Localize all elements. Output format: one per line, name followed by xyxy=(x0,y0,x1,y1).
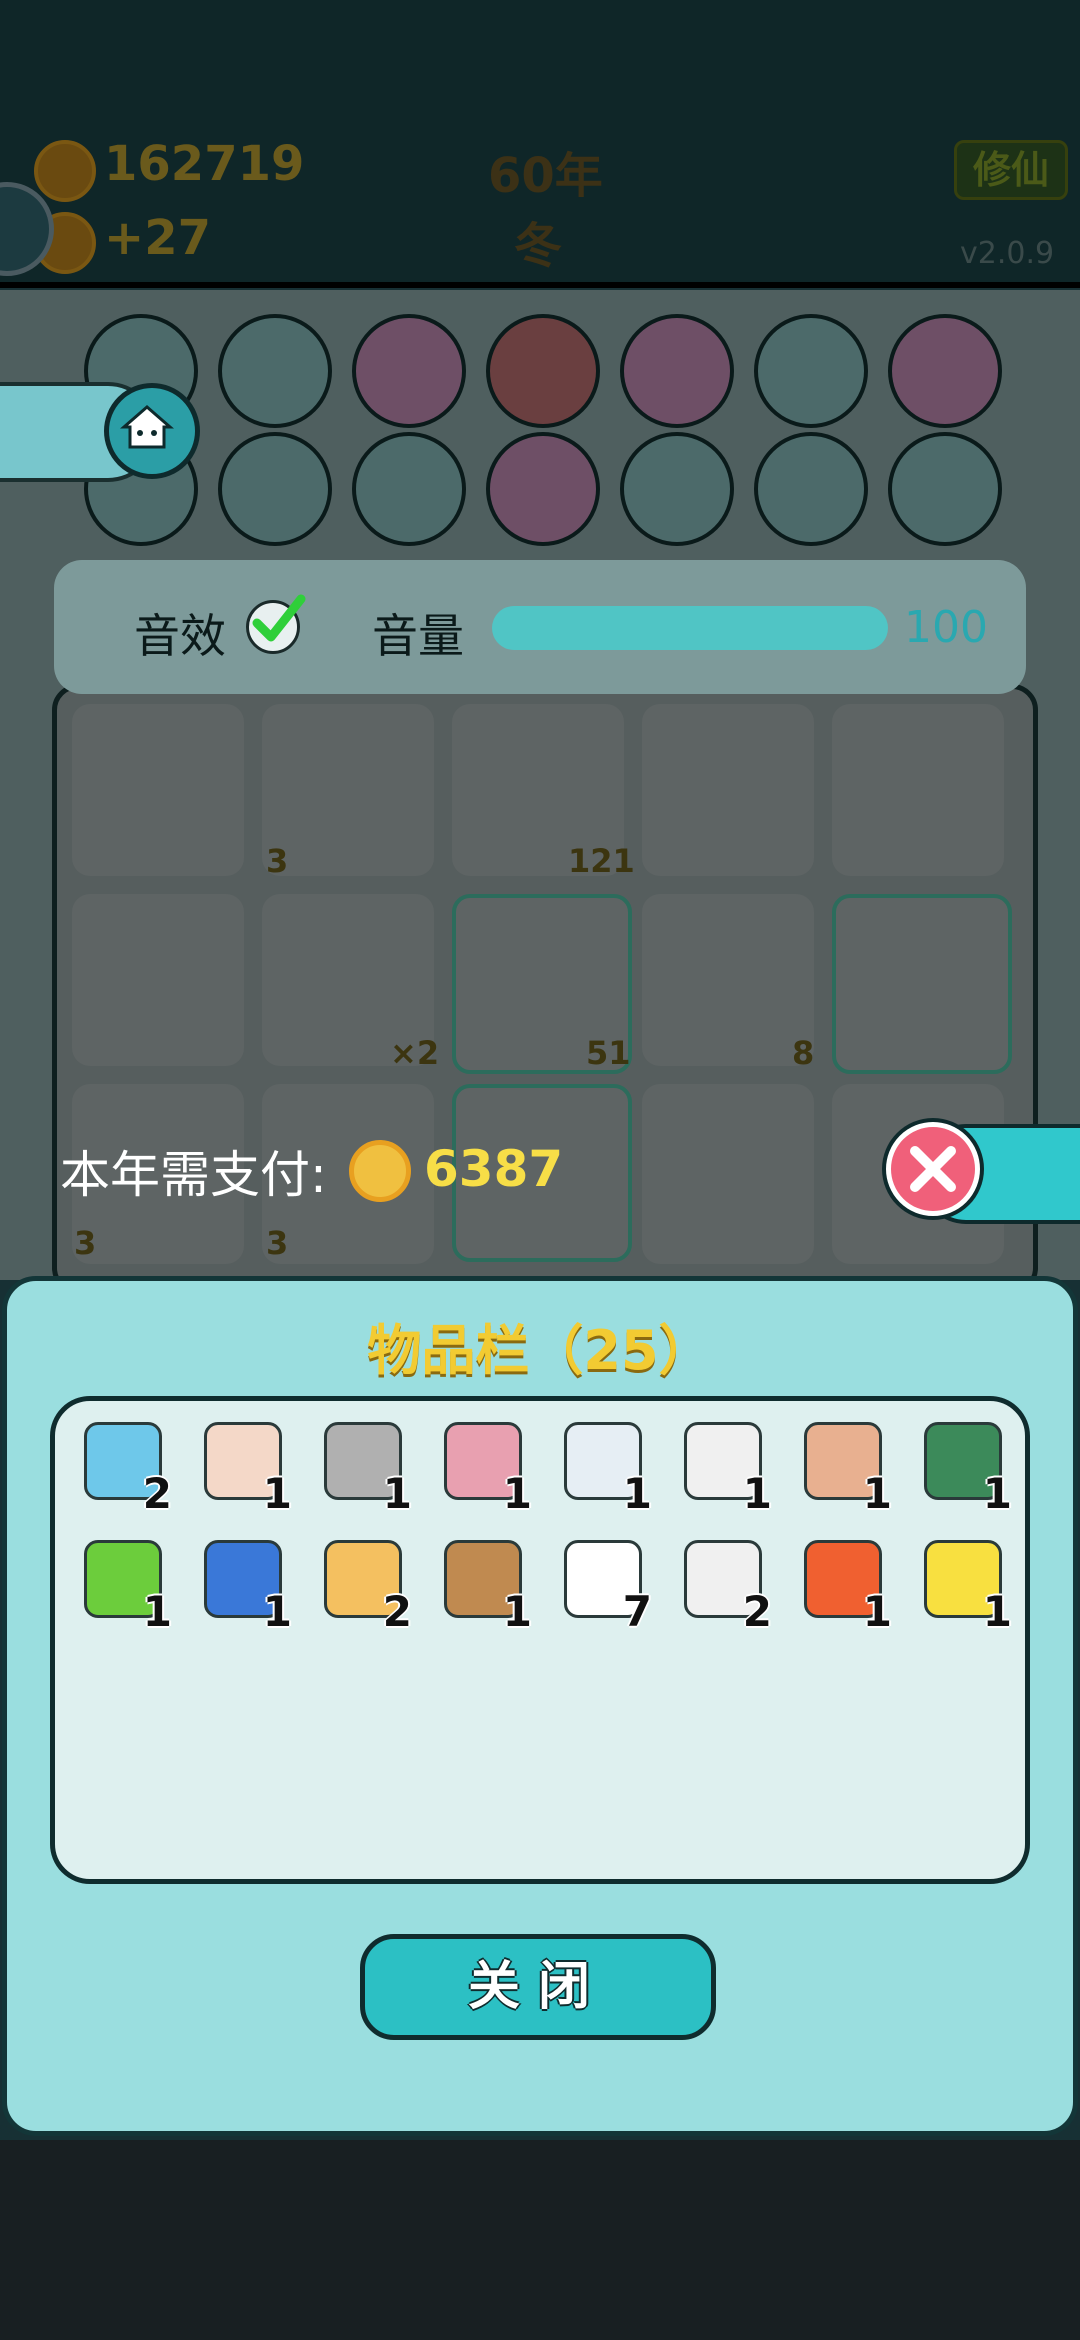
volume-label: 音量 xyxy=(372,609,464,663)
cell-count: 3 xyxy=(266,842,289,880)
inventory-slot[interactable]: 1 xyxy=(912,1414,1012,1518)
cell-count: 3 xyxy=(74,1224,97,1262)
close-button[interactable]: 关闭 xyxy=(360,1934,716,2040)
close-x-icon[interactable] xyxy=(886,1122,980,1216)
item-count: 1 xyxy=(262,1469,292,1518)
cell-count: 8 xyxy=(792,1034,815,1072)
board-cell xyxy=(642,704,814,876)
item-count: 1 xyxy=(502,1587,532,1636)
cell-count: 51 xyxy=(586,1034,631,1072)
inventory-slot[interactable]: 1 xyxy=(432,1414,532,1518)
volume-value: 100 xyxy=(904,602,988,653)
cell-count: ×2 xyxy=(390,1034,440,1072)
inventory-slot[interactable]: 1 xyxy=(552,1414,652,1518)
board-cell xyxy=(642,894,814,1066)
heart-coin-icon xyxy=(349,1140,411,1202)
board-item-minus-icon xyxy=(486,314,600,428)
item-count: 1 xyxy=(262,1587,292,1636)
payment-label: 本年需支付: xyxy=(60,1146,327,1204)
inventory-slot[interactable]: 1 xyxy=(312,1414,412,1518)
item-count: 1 xyxy=(382,1469,412,1518)
item-count: 7 xyxy=(622,1587,652,1636)
item-count: 2 xyxy=(742,1587,772,1636)
item-count: 1 xyxy=(862,1587,892,1636)
inventory-slot[interactable]: 1 xyxy=(192,1414,292,1518)
cell-count: 121 xyxy=(568,842,635,880)
item-count: 1 xyxy=(862,1469,892,1518)
board-item-rock-hand-icon xyxy=(352,314,466,428)
cultivate-button[interactable]: 修仙 xyxy=(954,140,1068,200)
board-item-piggy-bank-icon xyxy=(218,432,332,546)
board-cell xyxy=(642,1084,814,1264)
board-item-leaf-icon xyxy=(754,314,868,428)
bottom-bar xyxy=(0,2140,1080,2340)
cell-count: 3 xyxy=(266,1224,289,1262)
inventory-slot[interactable]: 2 xyxy=(72,1414,172,1518)
sfx-label: 音效 xyxy=(134,609,226,663)
coin-icon xyxy=(34,140,96,202)
board-item-chick-icon xyxy=(754,432,868,546)
inventory-slot[interactable]: 1 xyxy=(72,1532,172,1636)
inventory-slot[interactable]: 2 xyxy=(672,1532,772,1636)
payment-amount: 6387 xyxy=(424,1140,564,1198)
board-cell xyxy=(72,894,244,1066)
year-label: 60年 xyxy=(488,148,603,204)
inventory-slot[interactable]: 1 xyxy=(672,1414,772,1518)
coin-balance: 162719 xyxy=(104,136,305,192)
board-item-jar-icon xyxy=(486,432,600,546)
board-item-shiba-icon xyxy=(620,432,734,546)
volume-slider[interactable] xyxy=(492,606,888,650)
inventory-slot[interactable]: 1 xyxy=(792,1414,892,1518)
item-count: 1 xyxy=(142,1587,172,1636)
header-divider xyxy=(0,282,1080,288)
board-item-shiba-icon xyxy=(888,432,1002,546)
item-count: 1 xyxy=(622,1469,652,1518)
inventory-slot[interactable]: 7 xyxy=(552,1532,652,1636)
home-icon[interactable] xyxy=(104,383,200,479)
inventory-title: 物品栏（25） xyxy=(367,1319,713,1382)
board-cell xyxy=(832,704,1004,876)
board-cell xyxy=(72,704,244,876)
inventory-slot[interactable]: 1 xyxy=(792,1532,892,1636)
board-item-cannon-icon xyxy=(620,314,734,428)
item-count: 1 xyxy=(982,1469,1012,1518)
inventory-slot[interactable]: 1 xyxy=(432,1532,532,1636)
board-item-cows-icon xyxy=(888,314,1002,428)
item-count: 2 xyxy=(382,1587,412,1636)
inventory-slot[interactable]: 1 xyxy=(912,1532,1012,1636)
season-label: 冬 xyxy=(514,218,563,274)
income-value: +27 xyxy=(104,210,212,266)
item-count: 1 xyxy=(742,1469,772,1518)
version-label: v2.0.9 xyxy=(960,236,1055,271)
item-count: 1 xyxy=(502,1469,532,1518)
inventory-slot[interactable]: 1 xyxy=(192,1532,292,1636)
inventory-slot[interactable]: 2 xyxy=(312,1532,412,1636)
board-cell xyxy=(832,894,1012,1074)
item-count: 1 xyxy=(982,1587,1012,1636)
board-item-basket-icon xyxy=(218,314,332,428)
board-item-cows-icon xyxy=(352,432,466,546)
item-count: 2 xyxy=(142,1469,172,1518)
sfx-checkbox[interactable] xyxy=(246,594,306,654)
